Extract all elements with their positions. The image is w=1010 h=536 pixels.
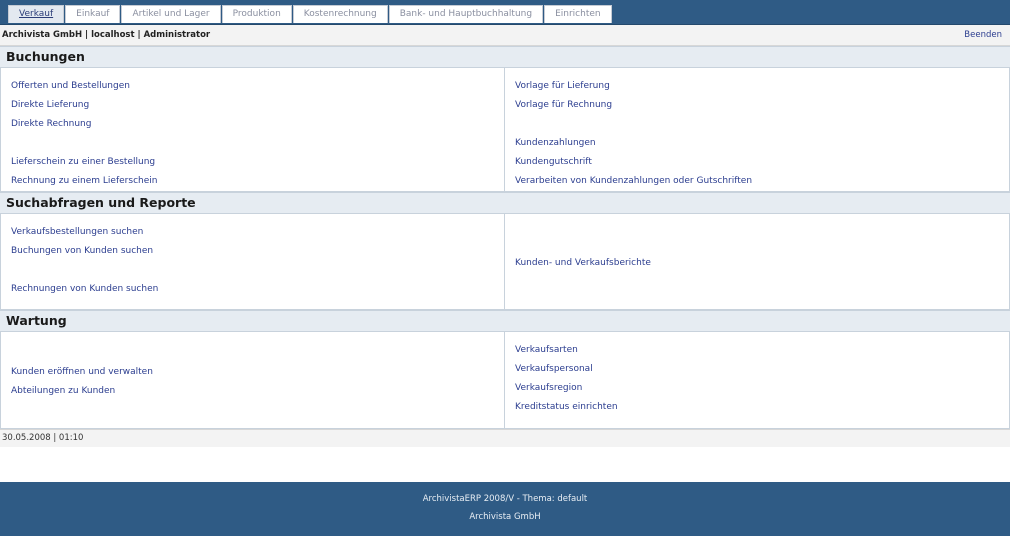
- top-navigation-bar: Verkauf Einkauf Artikel und Lager Produk…: [0, 0, 1010, 25]
- link-kundengutschrift[interactable]: Kundengutschrift: [515, 153, 999, 172]
- link-buchungen-von-kunden-suchen[interactable]: Buchungen von Kunden suchen: [11, 242, 494, 261]
- date-time-label: 30.05.2008 | 01:10: [2, 433, 84, 443]
- section-title-suchabfragen: Suchabfragen und Reporte: [0, 192, 1010, 214]
- page-footer: ArchivistaERP 2008/V - Thema: default Ar…: [0, 482, 1010, 536]
- wartung-right-column: Verkaufsarten Verkaufspersonal Verkaufsr…: [505, 332, 1010, 428]
- link-vorlage-fuer-rechnung[interactable]: Vorlage für Rechnung: [515, 96, 999, 115]
- link-verkaufsregion[interactable]: Verkaufsregion: [515, 379, 999, 398]
- link-kreditstatus-einrichten[interactable]: Kreditstatus einrichten: [515, 398, 999, 417]
- link-direkte-rechnung[interactable]: Direkte Rechnung: [11, 115, 494, 134]
- wartung-left-column: Kunden eröffnen und verwalten Abteilunge…: [0, 332, 505, 428]
- tab-kostenrechnung[interactable]: Kostenrechnung: [292, 5, 388, 23]
- link-verarbeiten-kundenzahlungen[interactable]: Verarbeiten von Kundenzahlungen oder Gut…: [515, 172, 999, 191]
- link-offerten-und-bestellungen[interactable]: Offerten und Bestellungen: [11, 77, 494, 96]
- section-wartung: Kunden eröffnen und verwalten Abteilunge…: [0, 332, 1010, 429]
- footer-version-text: ArchivistaERP 2008/V - Thema: default: [422, 494, 588, 504]
- link-kunden-eroeffnen-und-verwalten[interactable]: Kunden eröffnen und verwalten: [11, 363, 494, 382]
- link-rechnung-zu-lieferschein[interactable]: Rechnung zu einem Lieferschein: [11, 172, 494, 191]
- section-title-wartung: Wartung: [0, 310, 1010, 332]
- status-bar: 30.05.2008 | 01:10: [0, 429, 1010, 447]
- link-direkte-lieferung[interactable]: Direkte Lieferung: [11, 96, 494, 115]
- buchungen-right-column: Vorlage für Lieferung Vorlage für Rechnu…: [505, 68, 1010, 191]
- tab-artikel-und-lager[interactable]: Artikel und Lager: [121, 5, 221, 23]
- link-verkaufsbestellungen-suchen[interactable]: Verkaufsbestellungen suchen: [11, 223, 494, 242]
- module-tabs: Verkauf Einkauf Artikel und Lager Produk…: [8, 5, 613, 23]
- footer-company-text: Archivista GmbH: [469, 512, 541, 522]
- section-title-buchungen: Buchungen: [0, 46, 1010, 68]
- link-rechnungen-von-kunden-suchen[interactable]: Rechnungen von Kunden suchen: [11, 280, 494, 299]
- buchungen-left-column: Offerten und Bestellungen Direkte Liefer…: [0, 68, 505, 191]
- link-kunden-und-verkaufsberichte[interactable]: Kunden- und Verkaufsberichte: [515, 254, 999, 273]
- tab-verkauf[interactable]: Verkauf: [8, 5, 65, 23]
- link-abteilungen-zu-kunden[interactable]: Abteilungen zu Kunden: [11, 382, 494, 401]
- section-buchungen: Offerten und Bestellungen Direkte Liefer…: [0, 68, 1010, 192]
- link-verkaufspersonal[interactable]: Verkaufspersonal: [515, 360, 999, 379]
- user-info-bar: Archivista GmbH | localhost | Administra…: [0, 25, 1010, 46]
- tab-einkauf[interactable]: Einkauf: [65, 5, 121, 23]
- link-verkaufsarten[interactable]: Verkaufsarten: [515, 341, 999, 360]
- tab-einrichten[interactable]: Einrichten: [544, 5, 612, 23]
- tab-produktion[interactable]: Produktion: [221, 5, 292, 23]
- suche-right-column: Kunden- und Verkaufsberichte: [505, 214, 1010, 309]
- company-user-label: Archivista GmbH | localhost | Administra…: [2, 30, 211, 40]
- logout-link[interactable]: Beenden: [964, 25, 1002, 45]
- link-lieferschein-zu-bestellung[interactable]: Lieferschein zu einer Bestellung: [11, 153, 494, 172]
- tab-bank-und-hauptbuchhaltung[interactable]: Bank- und Hauptbuchhaltung: [388, 5, 544, 23]
- section-suchabfragen: Verkaufsbestellungen suchen Buchungen vo…: [0, 214, 1010, 310]
- link-kundenzahlungen[interactable]: Kundenzahlungen: [515, 134, 999, 153]
- suche-left-column: Verkaufsbestellungen suchen Buchungen vo…: [0, 214, 505, 309]
- link-vorlage-fuer-lieferung[interactable]: Vorlage für Lieferung: [515, 77, 999, 96]
